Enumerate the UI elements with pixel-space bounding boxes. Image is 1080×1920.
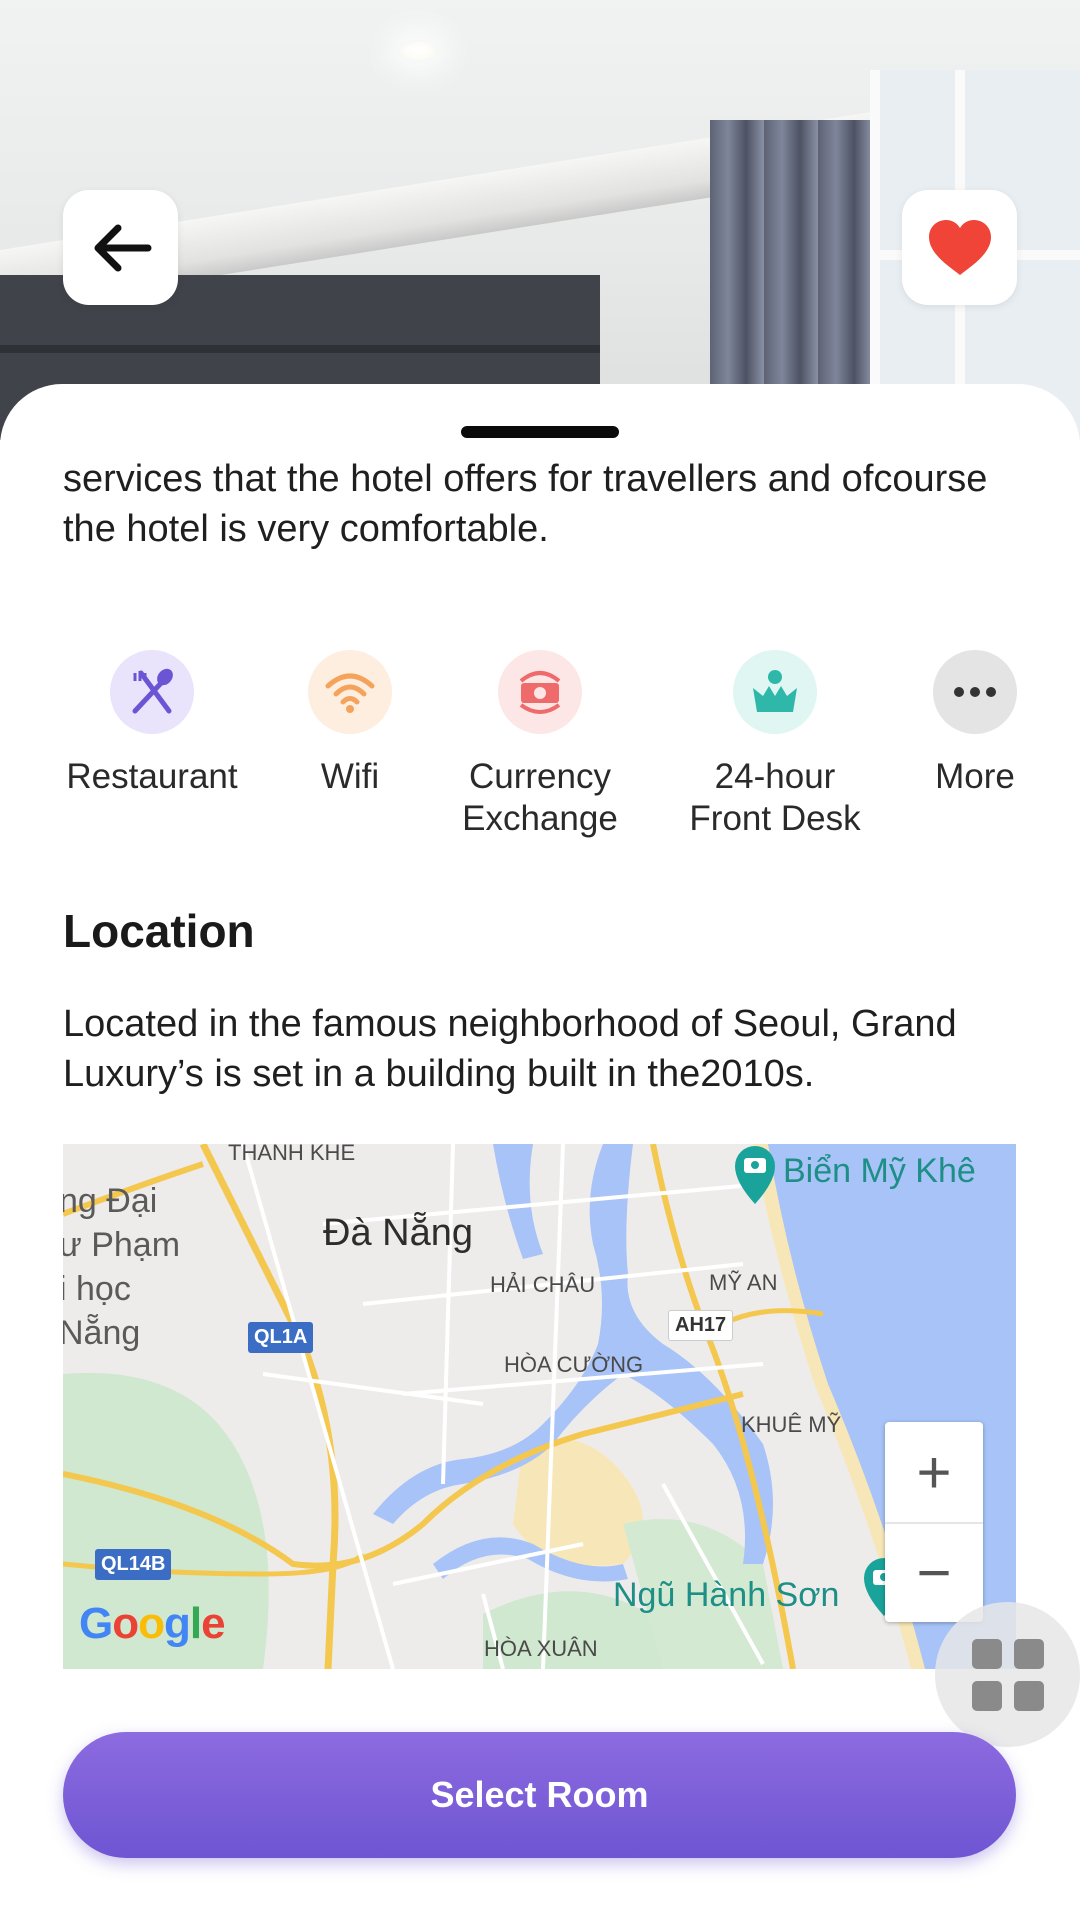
map-label: KHUÊ MỸ [741,1412,842,1437]
favorite-button[interactable] [902,190,1017,305]
camera-pin-icon [735,1146,775,1204]
ceiling-light [398,40,438,62]
map-label: ng Đại [63,1182,158,1220]
select-room-button[interactable]: Select Room [63,1732,1016,1858]
location-description: Located in the famous neighborhood of Se… [63,1003,957,1095]
road-shield: AH17 [668,1310,734,1341]
front-desk-icon [733,650,817,734]
grid-icon [1013,1638,1044,1669]
amenity-restaurant[interactable]: Restaurant [63,650,241,798]
details-sheet: services that the hotel offers for trave… [0,384,1080,1920]
map-poi-label: Ngũ Hành Sơn [613,1576,840,1614]
map-label: HÒA CƯỜNG [504,1352,644,1377]
location-heading: Location [63,905,255,957]
map-label: THANH KHE [228,1144,356,1165]
heart-icon [928,219,991,275]
map-label: i học [63,1270,131,1308]
map-label: MỸ AN [709,1270,778,1295]
road-shield: QL1A [248,1322,314,1353]
amenity-currency-exchange[interactable]: Currency Exchange [450,650,630,840]
hotel-photo [0,0,1080,440]
wifi-icon [308,650,392,734]
description-clip: services that the hotel offers for trave… [0,444,1080,554]
grid-icon [971,1680,1002,1711]
wall-trim [0,345,600,353]
more-icon [933,650,1017,734]
zoom-out-button[interactable]: − [885,1522,983,1622]
amenity-more[interactable]: More [920,650,1030,798]
map-label: ư Phạm [63,1226,181,1264]
map-city-label: Đà Nẵng [323,1212,473,1254]
grid-icon [971,1638,1002,1669]
arrow-left-icon [94,224,151,271]
map-zoom-controls: + − [885,1422,983,1622]
amenity-label: More [935,757,1015,796]
map-label: HÒA XUÂN [484,1636,598,1661]
map-label: Nẵng [63,1314,141,1352]
back-button[interactable] [63,190,178,305]
location-map[interactable]: THANH KHE Đà Nẵng HẢI CHÂU MỸ AN HÒA CƯỜ… [63,1144,1016,1669]
floating-grid-button[interactable] [935,1602,1080,1747]
amenities-row: Restaurant Wifi Currency Exchange 24-hou… [0,650,1080,850]
zoom-in-button[interactable]: + [885,1422,983,1524]
hotel-description: services that the hotel offers for trave… [63,458,988,550]
map-poi-label: Biển Mỹ Khê [783,1152,976,1190]
amenity-wifi[interactable]: Wifi [290,650,410,798]
map-label: HẢI CHÂU [490,1272,596,1297]
amenity-front-desk[interactable]: 24-hour Front Desk [680,650,870,840]
grid-icon [1013,1680,1044,1711]
amenity-label: Wifi [320,757,380,796]
currency-exchange-icon [498,650,582,734]
amenity-label: 24-hour Front Desk [689,757,861,838]
amenity-label: Currency Exchange [462,757,618,838]
drag-handle[interactable] [461,426,619,438]
restaurant-icon [110,650,194,734]
amenity-label: Restaurant [66,757,238,796]
google-logo: Google [79,1599,226,1648]
road-shield: QL14B [95,1549,172,1580]
